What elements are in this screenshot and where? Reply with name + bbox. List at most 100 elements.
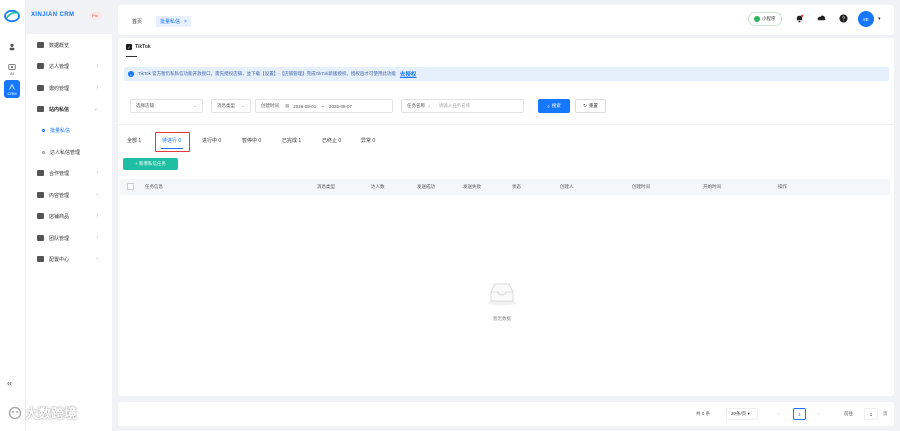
crm-icon [9, 83, 15, 90]
select-all-checkbox[interactable] [127, 183, 134, 190]
column-header: 发送成功 [417, 184, 435, 189]
chevron-right-icon: › [96, 85, 98, 91]
close-icon[interactable]: × [184, 19, 187, 25]
alert-text: TikTok 官方暂仍私私信功能开放接口，需先授权店铺，並下载【设置】-【店铺管… [138, 71, 396, 76]
menu-item-creators[interactable]: 达人管理 › [26, 60, 112, 72]
content-card [118, 38, 894, 396]
platform-tab-underline [126, 56, 137, 57]
task-name-select[interactable]: 任务名称 [407, 103, 425, 109]
current-page[interactable]: 1 [793, 408, 806, 420]
refresh-icon: ↻ [583, 103, 587, 108]
mini-program-button[interactable]: 小程序 [748, 12, 782, 26]
chevron-down-icon: ⌄ [241, 103, 245, 108]
platform-tab-tiktok[interactable]: ✓ TikTok [126, 44, 151, 50]
total-count: 共 0 条 [696, 411, 711, 416]
page-size-select[interactable]: 20条/页 ▾ [726, 408, 758, 420]
status-tab-paused[interactable]: 暂停中 0 [242, 137, 261, 144]
rail-ai-label: AI [10, 70, 14, 76]
chevron-right-icon: › [96, 213, 98, 219]
menu-item-creator-messages[interactable]: 达人私信管理 [26, 146, 112, 158]
reset-button[interactable]: ↻ 重置 [575, 99, 606, 113]
menu-item-cooperation[interactable]: 合作管理 › [26, 167, 112, 179]
collapse-sidebar-icon[interactable]: « [7, 378, 12, 388]
status-tab-terminated[interactable]: 已终止 0 [322, 137, 341, 144]
menu-item-invites[interactable]: 邀约管理 › [26, 82, 112, 94]
chevron-down-icon[interactable]: ▾ [878, 16, 881, 22]
menu-item-messages[interactable]: 站内私信 ⌄ [26, 103, 112, 115]
menu-item-team[interactable]: 团队管理 › [26, 232, 112, 244]
calendar-icon: ▦ [285, 103, 290, 108]
column-header: 达人数 [371, 184, 385, 189]
prev-page-button[interactable]: ‹ [778, 411, 780, 416]
chevron-right-icon: › [96, 170, 98, 176]
watermark: 大数跨境 [8, 403, 77, 422]
column-header: 发送失败 [463, 184, 481, 189]
created-time-label: 创建时间 [261, 103, 279, 108]
message-type-select[interactable]: 消息类型 ⌄ [211, 99, 251, 113]
authorization-alert: i TikTok 官方暂仍私私信功能开放接口，需先授权店铺，並下载【设置】-【店… [124, 67, 889, 81]
menu-item-overview[interactable]: 数据概览 [26, 39, 112, 51]
chevron-down-icon: ⌄ [193, 103, 197, 108]
sidebar-menu: 数据概览 达人管理 › 邀约管理 › 站内私信 ⌄ 批量私信 达人私信管理 合作管理 ›… [26, 34, 112, 431]
page-jump-input[interactable]: 1 [864, 408, 878, 420]
search-button[interactable]: ⌕ 搜索 [538, 99, 570, 113]
dashboard-icon [37, 42, 44, 48]
cooperation-icon [37, 170, 44, 176]
task-name-search[interactable]: 任务名称 ⌄ 请输入任务名称 [401, 99, 524, 113]
chevron-right-icon: › [96, 235, 98, 241]
column-header: 开始时间 [703, 184, 721, 189]
status-tab-all[interactable]: 全部 1 [127, 137, 141, 144]
store-select[interactable]: 选择店铺 ⌄ [130, 99, 203, 113]
new-message-task-button[interactable]: + 新增私信任务 [123, 158, 178, 170]
chevron-down-icon: ▾ [747, 411, 750, 416]
status-tab-running[interactable]: 进行中 0 [202, 137, 221, 144]
column-header: 创建时间 [632, 184, 650, 189]
checkbox-icon: ✓ [126, 44, 132, 50]
menu-item-content[interactable]: 内容管理 › [26, 189, 112, 201]
menu-item-batch-messages[interactable]: 批量私信 [26, 124, 112, 136]
column-header: 任务信息 [145, 184, 163, 189]
date-separator: ~ [321, 103, 324, 109]
people-icon [9, 43, 15, 51]
invite-icon [37, 85, 44, 91]
xinjian-logo-icon[interactable] [3, 9, 21, 23]
avatar[interactable]: 8E [858, 11, 874, 27]
goto-label: 前往 [844, 411, 853, 416]
chevron-down-icon: ⌄ [93, 106, 98, 112]
menu-item-shop[interactable]: 店铺商品 › [26, 210, 112, 222]
date-start[interactable]: 2026-08-01 [293, 104, 316, 109]
rail-crm-button[interactable]: CRM [4, 80, 20, 98]
rail-ai-button[interactable]: AI [4, 60, 20, 78]
brand-name: XINJIAN CRM [31, 12, 75, 18]
authorize-link[interactable]: 去授权 [400, 70, 417, 78]
help-icon[interactable]: ? [839, 14, 848, 23]
highlight-box [155, 132, 190, 152]
ai-icon [8, 63, 16, 70]
task-name-input[interactable]: 请输入任务名称 [439, 103, 471, 109]
chevron-right-icon: › [96, 63, 98, 69]
tab-batch-messages[interactable]: 批量私信 × [156, 16, 191, 27]
table-header: 任务信息 消息类型 达人数 发送成功 发送失败 状态 创建人 创建时间 开始时间… [120, 179, 890, 195]
date-end[interactable]: 2026-08-07 [329, 104, 352, 109]
bullet-icon [42, 150, 45, 154]
tab-home[interactable]: 首页 [128, 16, 146, 27]
next-page-button[interactable]: › [818, 411, 820, 416]
cloud-download-icon[interactable] [817, 14, 826, 23]
empty-state-text: 暂无数据 [493, 316, 511, 321]
column-header: 消息类型 [317, 184, 335, 189]
menu-item-settings[interactable]: 配置中心 › [26, 253, 112, 265]
status-tab-error[interactable]: 异常 0 [361, 137, 375, 144]
page-unit-label: 页 [883, 411, 888, 416]
pagination: 共 0 条 20条/页 ▾ ‹ 1 › 前往 1 页 [118, 402, 894, 426]
pro-badge: Pro [89, 12, 102, 19]
bell-icon[interactable] [795, 14, 804, 23]
created-time-range[interactable]: 创建时间 ▦ 2026-08-01 ~ 2026-08-07 [255, 99, 393, 113]
chevron-right-icon: › [96, 192, 98, 198]
rail-people-button[interactable] [4, 38, 20, 56]
shop-icon [37, 213, 44, 219]
users-icon [37, 63, 44, 69]
column-header: 状态 [512, 184, 521, 189]
status-tab-completed[interactable]: 已完成 1 [282, 137, 301, 144]
column-header: 操作 [778, 184, 787, 189]
watermark-text: 大数跨境 [25, 406, 78, 421]
